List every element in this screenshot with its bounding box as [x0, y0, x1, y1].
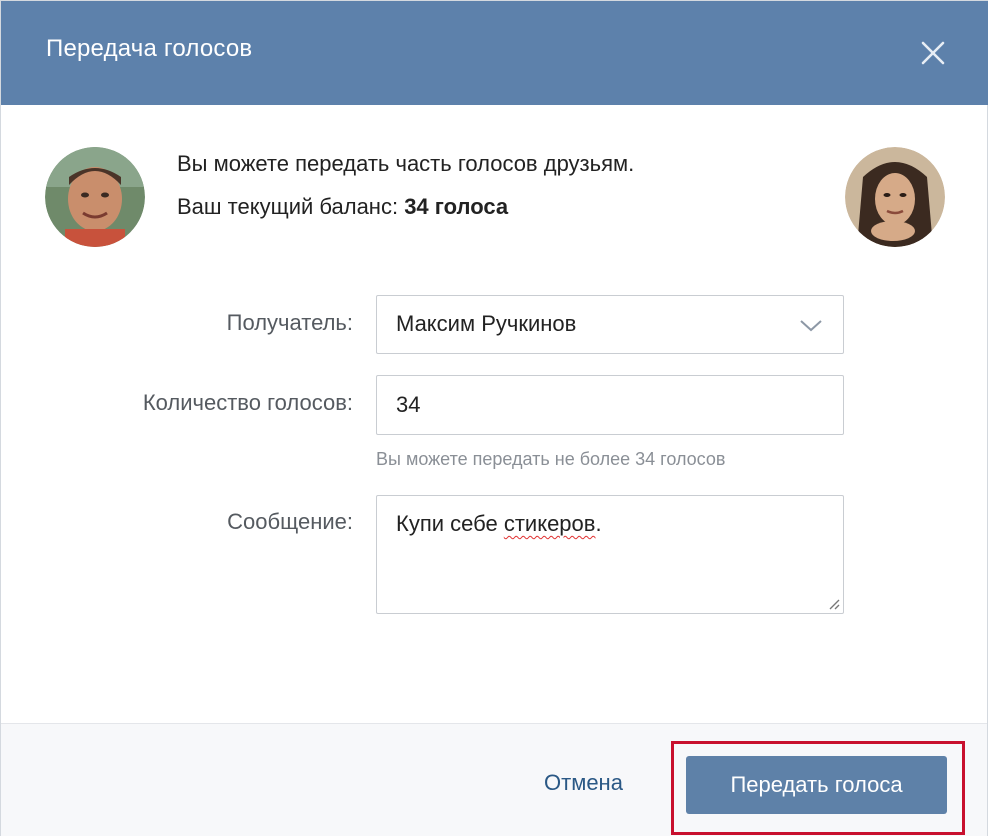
vote-transfer-dialog: Передача голосов Вы можете передать част…: [0, 0, 988, 836]
message-label: Сообщение:: [227, 509, 353, 534]
recipient-value: Максим Ручкинов: [396, 311, 577, 336]
vote-count-value: 34: [396, 392, 421, 417]
message-text: Купи себе стикеров.: [396, 511, 602, 537]
transfer-votes-button[interactable]: Передать голоса: [686, 756, 947, 814]
sender-avatar: [45, 147, 145, 247]
vote-count-label: Количество голосов:: [142, 390, 353, 415]
recipient-label: Получатель:: [226, 310, 353, 335]
dialog-footer: Отмена Передать голоса: [1, 723, 987, 836]
balance-label: Ваш текущий баланс:: [177, 194, 405, 219]
dialog-title: Передача голосов: [46, 35, 253, 62]
message-part: .: [595, 511, 602, 536]
message-textarea[interactable]: Купи себе стикеров.: [376, 495, 844, 614]
close-icon[interactable]: [917, 37, 949, 69]
message-part: Купи себе: [396, 511, 504, 536]
chevron-down-icon: [800, 320, 822, 332]
vote-count-hint: Вы можете передать не более 34 голосов: [376, 449, 726, 469]
resize-handle-icon[interactable]: [828, 598, 840, 610]
info-text: Вы можете передать часть голосов друзьям…: [177, 151, 635, 176]
balance-value: 34 голоса: [404, 194, 509, 219]
vote-count-input[interactable]: 34: [376, 375, 844, 435]
balance-text: Ваш текущий баланс: 34 голоса: [177, 194, 508, 220]
recipient-select[interactable]: Максим Ручкинов: [376, 295, 844, 354]
cancel-button[interactable]: Отмена: [544, 770, 623, 796]
dialog-header: Передача голосов: [1, 1, 988, 105]
misspelled-word: стикеров: [503, 511, 596, 536]
recipient-avatar: [845, 147, 945, 247]
